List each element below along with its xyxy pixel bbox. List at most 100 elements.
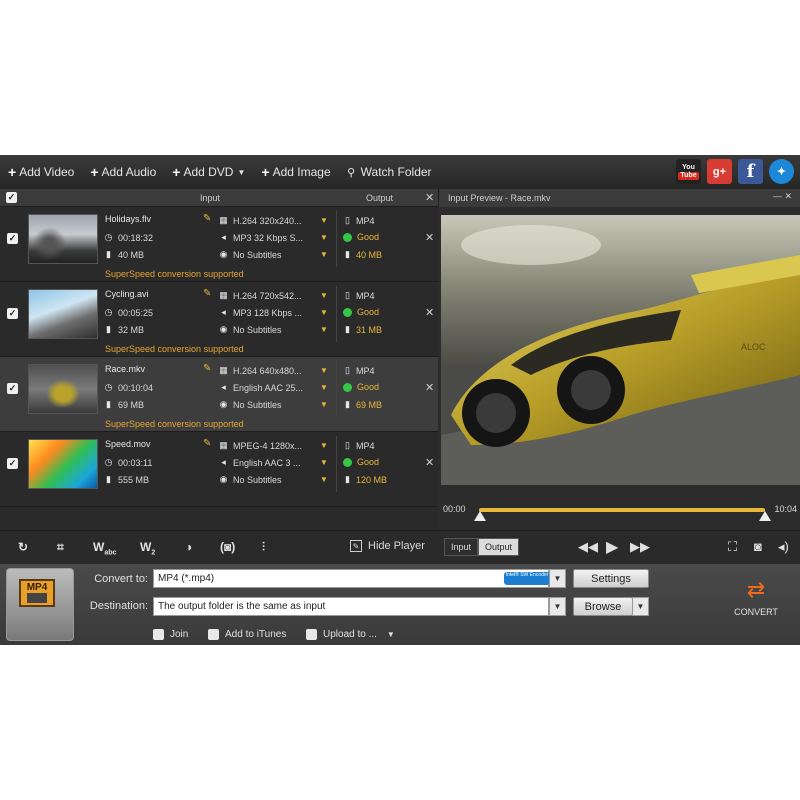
input-output-toggle[interactable]: Input Output [444,538,520,556]
rewind-icon[interactable]: ◀◀ [578,539,598,555]
contrast-icon[interactable]: ◑ [185,540,192,554]
google-plus-icon[interactable]: g+ [707,159,732,184]
file-checkbox[interactable]: ✓ [7,458,18,469]
timeline[interactable]: 00:00 10:04 [441,499,800,527]
add-image-button[interactable]: + Add Image [261,164,330,180]
video-dropdown-icon[interactable]: ▼ [320,366,328,375]
youtube-icon[interactable]: You Tube [676,159,701,184]
add-audio-button[interactable]: + Add Audio [90,164,156,180]
audio-track[interactable]: ◂ MP3 32 Kbps S... [219,232,303,243]
edit-pencil-icon[interactable]: ✎ [203,438,211,449]
join-option[interactable]: ✓ Join [153,629,188,640]
rotate-icon[interactable]: ↻ [18,540,28,554]
remove-file-icon[interactable]: ✕ [425,231,434,244]
watermark-image-icon[interactable]: W2 [140,540,155,556]
list-item[interactable]: ✓ Holidays.flv ✎ ◷ 00:18:32 ▮ 40 MB ▦ H.264… [0,207,438,282]
output-format-label: MP4 [356,290,375,301]
video-track[interactable]: ▦ H.264 320x240... [219,215,301,226]
subtitle-dropdown-icon[interactable]: ▼ [320,250,328,259]
remove-file-icon[interactable]: ✕ [425,381,434,394]
remove-file-icon[interactable]: ✕ [425,456,434,469]
subtitle-track[interactable]: ◉ No Subtitles [219,399,282,410]
film-icon: ▦ [219,365,228,375]
facebook-icon[interactable]: f [738,159,763,184]
trim-end-handle[interactable] [759,511,771,521]
file-checkbox[interactable]: ✓ [7,233,18,244]
equalizer-icon[interactable]: ⫶ [262,540,265,555]
browse-button[interactable]: Browse [573,597,633,616]
video-dropdown-icon[interactable]: ▼ [320,441,328,450]
audio-track[interactable]: ◂ MP3 128 Kbps ... [219,307,302,318]
upload-checkbox[interactable]: ✓ [306,629,317,640]
subtitle-dropdown-icon[interactable]: ▼ [320,400,328,409]
watch-folder-button[interactable]: ⚲ Watch Folder [347,165,431,179]
hide-player-button[interactable]: ✎ Hide Player [350,540,425,552]
subtitle-track[interactable]: ◉ No Subtitles [219,324,282,335]
video-track[interactable]: ▦ H.264 640x480... [219,365,301,376]
add-itunes-option[interactable]: ✓ Add to iTunes [208,629,286,640]
convert-to-dropdown-icon[interactable]: ▼ [549,569,566,588]
edit-pencil-icon[interactable]: ✎ [203,288,211,299]
video-track[interactable]: ▦ MPEG-4 1280x... [219,440,302,451]
select-all-checkbox[interactable]: ✓ [6,192,17,203]
subtitle-dropdown-icon[interactable]: ▼ [320,475,328,484]
audio-dropdown-icon[interactable]: ▼ [320,458,328,467]
destination-dropdown-icon[interactable]: ▼ [549,597,566,616]
watermark-text-icon[interactable]: Wabc [93,540,116,556]
upload-dropdown-icon[interactable]: ▼ [387,630,395,639]
divider [336,211,337,267]
clear-list-icon[interactable]: ✕ [425,191,434,204]
subtitle-track[interactable]: ◉ No Subtitles [219,474,282,485]
fullscreen-icon[interactable]: ⛶ [728,539,737,555]
tab-output[interactable]: Output [478,538,520,556]
subtitle-dropdown-icon[interactable]: ▼ [320,325,328,334]
join-label: Join [170,629,189,640]
window-controls-icon[interactable]: — ✕ [773,191,792,202]
play-icon[interactable]: ▶ [606,537,618,557]
video-preview[interactable]: ALOC [441,215,800,485]
audio-dropdown-icon[interactable]: ▼ [320,383,328,392]
video-dropdown-icon[interactable]: ▼ [320,216,328,225]
fast-forward-icon[interactable]: ▶▶ [630,539,650,555]
list-item[interactable]: ✓ Cycling.avi ✎ ◷ 00:05:25 ▮ 32 MB ▦ H.264 … [0,282,438,357]
input-column-header: Input [200,193,221,203]
stabilize-icon[interactable]: (◙) [220,540,235,554]
format-icon[interactable]: MP4 [6,568,74,641]
upload-option[interactable]: ✓ Upload to ... ▼ [306,629,395,640]
subtitle-track[interactable]: ◉ No Subtitles [219,249,282,260]
file-checkbox[interactable]: ✓ [7,308,18,319]
itunes-checkbox[interactable]: ✓ [208,629,219,640]
volume-icon[interactable]: ◂) [778,539,789,555]
status-dot-icon [343,307,352,317]
convert-button[interactable]: ⇄ CONVERT [728,579,784,618]
add-video-button[interactable]: + Add Video [8,164,74,180]
destination-field[interactable]: The output folder is the same as input [153,597,549,616]
settings-button[interactable]: Settings [573,569,649,588]
remove-file-icon[interactable]: ✕ [425,306,434,319]
trim-start-handle[interactable] [474,511,486,521]
phone-icon: ▯ [345,440,350,450]
add-dvd-button[interactable]: + Add DVD ▼ [172,164,245,180]
audio-track[interactable]: ◂ English AAC 3 ... [219,457,300,468]
movavi-icon[interactable]: ✦ [769,159,794,184]
convert-to-field[interactable]: MP4 (*.mp4) Intel® SW Encoder [153,569,550,588]
file-duration: ◷ 00:10:04 [104,382,153,393]
output-quality: Good [343,307,379,317]
file-checkbox[interactable]: ✓ [7,383,18,394]
speaker-icon: ◂ [221,232,226,242]
snapshot-icon[interactable]: ◙ [754,539,762,554]
crop-icon[interactable]: ⌗ [57,540,64,555]
audio-dropdown-icon[interactable]: ▼ [320,233,328,242]
timeline-bar[interactable] [479,508,765,512]
video-dropdown-icon[interactable]: ▼ [320,291,328,300]
video-track[interactable]: ▦ H.264 720x542... [219,290,301,301]
tab-input[interactable]: Input [444,538,479,556]
audio-dropdown-icon[interactable]: ▼ [320,308,328,317]
audio-track[interactable]: ◂ English AAC 25... [219,382,303,393]
edit-pencil-icon[interactable]: ✎ [203,213,211,224]
join-checkbox[interactable]: ✓ [153,629,164,640]
list-item[interactable]: ✓ Race.mkv ✎ ◷ 00:10:04 ▮ 69 MB ▦ H.264 640… [0,357,438,432]
browse-dropdown-icon[interactable]: ▼ [632,597,649,616]
edit-pencil-icon[interactable]: ✎ [203,363,211,374]
list-item[interactable]: ✓ Speed.mov ✎ ◷ 00:03:11 ▮ 555 MB ▦ MPEG-4 … [0,432,438,507]
